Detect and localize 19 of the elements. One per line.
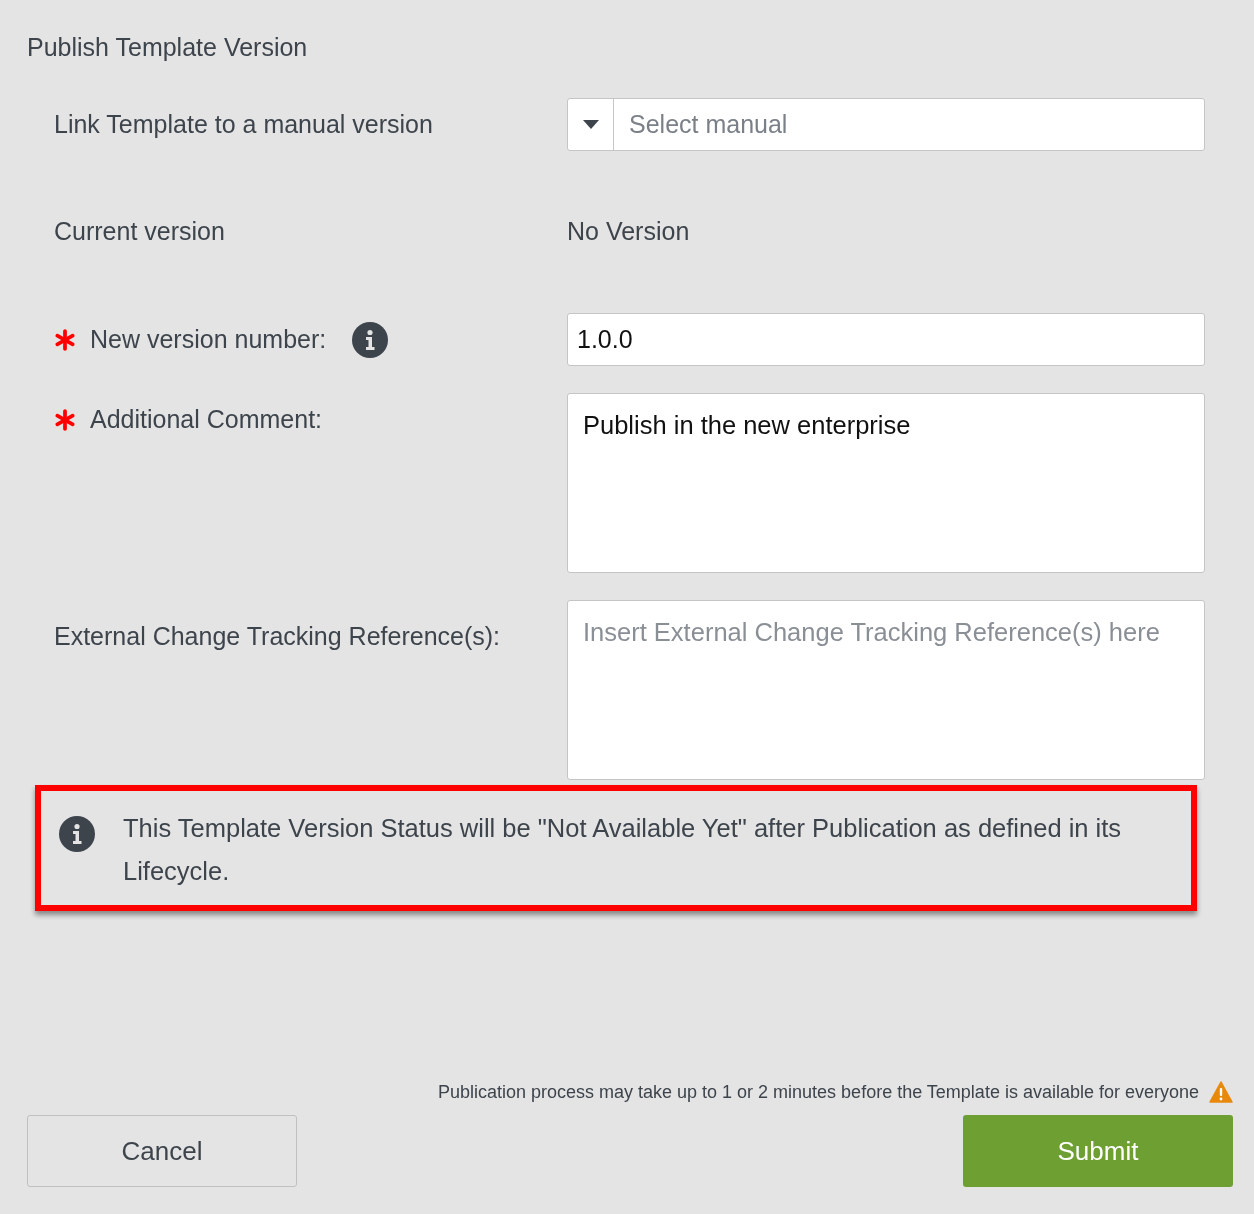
dialog-title: Publish Template Version xyxy=(27,32,309,63)
field-label: External Change Tracking Reference(s): xyxy=(54,621,501,651)
field-label: Link Template to a manual version xyxy=(54,110,433,139)
field-label: New version number: xyxy=(90,325,327,354)
text-area[interactable]: Insert External Change Tracking Reference(s) here xyxy=(567,600,1205,780)
current-version-value: No Version xyxy=(567,217,690,246)
field-label: Additional Comment: xyxy=(90,405,323,434)
cancel-button[interactable]: Cancel xyxy=(27,1115,297,1187)
field-label: Current version xyxy=(54,217,225,246)
info-icon xyxy=(59,816,95,852)
required-asterisk-icon xyxy=(54,328,76,351)
version-input[interactable]: 1.0.0 xyxy=(567,313,1205,366)
info-icon[interactable] xyxy=(352,321,389,358)
required-asterisk-icon xyxy=(54,408,76,431)
publication-warning: Publication process may take up to 1 or 2 minutes before the Template is available for everyone xyxy=(437,1081,1199,1103)
text-area[interactable]: Publish in the new enterprise xyxy=(567,393,1205,573)
warning-icon xyxy=(1209,1081,1233,1103)
manual-select[interactable]: Select manual xyxy=(567,98,1205,151)
notice-text: This Template Version Status will be "Not Available Yet" after Publication as defined in its Lifecycle. xyxy=(123,813,1123,887)
